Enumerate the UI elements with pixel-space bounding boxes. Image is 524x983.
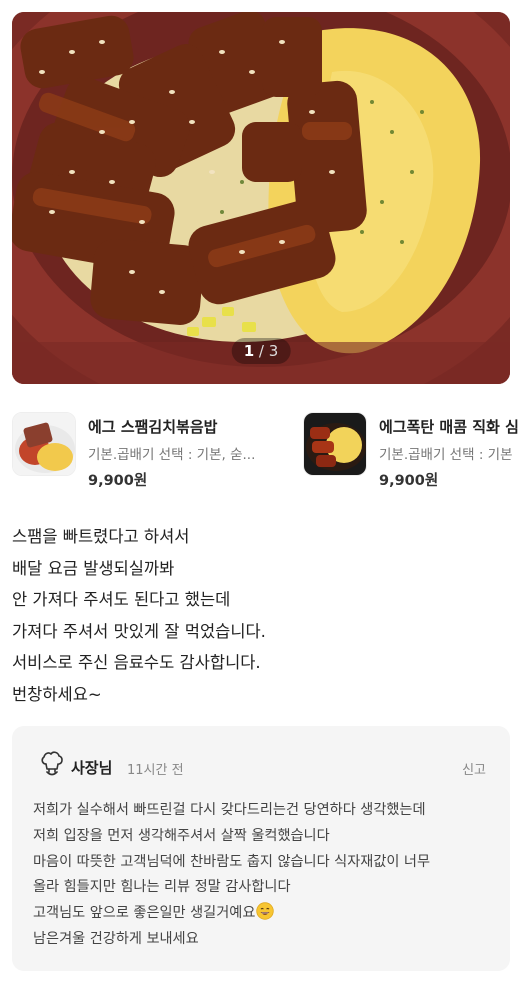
owner-reply-card: 사장님 11시간 전 신고 저희가 실수해서 빠뜨린걸 다시 갖다드리는건 당연… bbox=[12, 726, 510, 971]
reply-line-with-emoji: 고객님도 앞으로 좋은일만 생길거예요 bbox=[33, 901, 501, 927]
grinning-face-emoji bbox=[256, 902, 275, 920]
menu-options: 기본.곱배기 선택 : 기본, 숟... bbox=[88, 447, 256, 463]
reply-line: 남은겨울 건강하게 보내세요 bbox=[33, 930, 199, 947]
spam-kimchi-fried-rice-thumbnail bbox=[12, 412, 76, 476]
review-line: 가져다 주셔서 맛있게 잘 먹었습니다. bbox=[12, 621, 266, 641]
report-button[interactable]: 신고 bbox=[462, 759, 486, 778]
photo-page-indicator: 1 / 3 bbox=[231, 338, 291, 364]
food-photo bbox=[12, 12, 510, 384]
reply-line: 올라 힘들지만 힘나는 리뷰 정말 감사합니다 bbox=[33, 879, 291, 896]
total-pages: 3 bbox=[268, 342, 279, 360]
reply-time: 11시간 전 bbox=[127, 763, 184, 778]
chef-hat-icon bbox=[40, 750, 64, 778]
review-line: 번창하세요~ bbox=[12, 684, 102, 704]
menu-options: 기본.곱배기 선택 : 기본 bbox=[379, 447, 513, 463]
reply-line: 저희가 실수해서 빠뜨린걸 다시 갖다드리는건 당연하다 생각했는데 bbox=[33, 802, 426, 818]
menu-price: 9,900원 bbox=[88, 473, 148, 489]
review-line: 서비스로 주신 음료수도 감사합니다. bbox=[12, 653, 261, 673]
menu-name: 에그폭탄 매콤 직화 심 bbox=[379, 418, 519, 436]
menu-name: 에그 스팸김치볶음밥 bbox=[88, 418, 218, 436]
spicy-grilled-pork-egg-bowl-thumbnail bbox=[303, 412, 367, 476]
review-text: 스팸을 빠트렸다고 하셔서 배달 요금 발생되실까봐 안 가져다 주셔도 된다고… bbox=[12, 521, 512, 711]
reply-line: 고객님도 앞으로 좋은일만 생길거예요 bbox=[33, 905, 256, 922]
current-page: 1 bbox=[243, 342, 255, 360]
page-separator: / bbox=[258, 342, 264, 360]
review-line: 안 가져다 주셔도 된다고 했는데 bbox=[12, 590, 231, 610]
ordered-menu-list[interactable]: 에그 스팸김치볶음밥 기본.곱배기 선택 : 기본, 숟... 9,900원 에… bbox=[12, 412, 524, 492]
menu-price: 9,900원 bbox=[379, 473, 439, 489]
review-photo-carousel[interactable]: 1 / 3 bbox=[12, 12, 510, 384]
reply-body: 저희가 실수해서 빠뜨린걸 다시 갖다드리는건 당연하다 생각했는데 저희 입장… bbox=[33, 798, 501, 953]
reply-author: 사장님 bbox=[71, 759, 113, 777]
review-line: 스팸을 빠트렸다고 하셔서 bbox=[12, 527, 190, 546]
reply-line: 마음이 따뜻한 고객님덕에 찬바람도 춥지 않습니다 식자재값이 너무 bbox=[33, 853, 431, 870]
review-line: 배달 요금 발생되실까봐 bbox=[12, 558, 175, 578]
reply-line: 저희 입장을 먼저 생각해주셔서 살짝 울컥했습니다 bbox=[33, 827, 330, 844]
